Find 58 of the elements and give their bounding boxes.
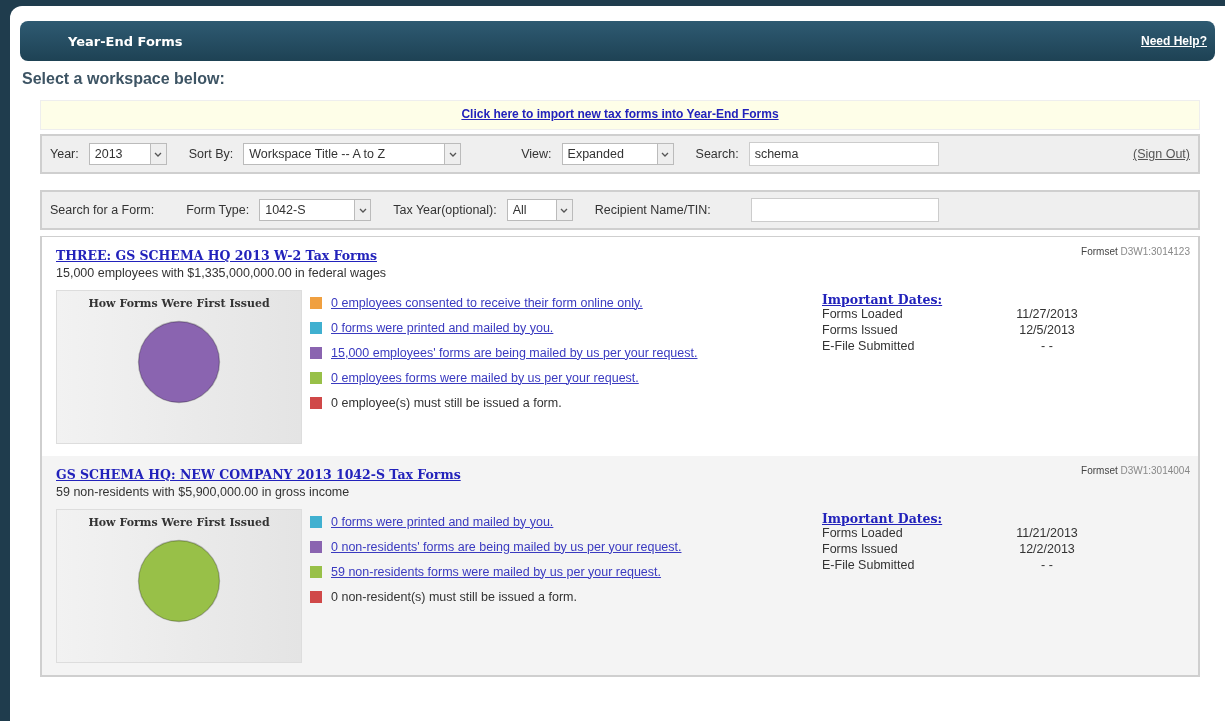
field-label: View: bbox=[521, 147, 552, 161]
field-label: Recipient Name/TIN: bbox=[594, 203, 711, 217]
recipient-field[interactable] bbox=[750, 198, 939, 222]
field-label: Year: bbox=[50, 147, 79, 161]
sign-out-link[interactable]: (Sign Out) bbox=[1133, 147, 1190, 161]
field-label: Search: bbox=[695, 147, 739, 161]
date-label: E-File Submitted bbox=[822, 558, 916, 574]
legend-link[interactable]: 15,000 employees' forms are being mailed by us per your request. bbox=[331, 345, 698, 360]
workspace-summary: 59 non-residents with $5,900,000.00 in gross income bbox=[56, 485, 351, 499]
dates-heading-link[interactable]: Important Dates: bbox=[822, 292, 943, 307]
tax-year-dropdown[interactable]: All bbox=[506, 199, 573, 221]
date-label: Forms Loaded bbox=[822, 526, 904, 542]
search-field[interactable]: schema bbox=[748, 142, 939, 166]
legend-link[interactable]: 0 employees forms were mailed by us per your request. bbox=[331, 370, 639, 385]
sort-dropdown[interactable]: Workspace Title -- A to Z bbox=[243, 143, 462, 165]
date-label: Forms Issued bbox=[822, 323, 899, 339]
page-title: Year-End Forms bbox=[68, 33, 183, 49]
dates-heading-link[interactable]: Important Dates: bbox=[822, 511, 943, 526]
help-link[interactable]: Need Help? bbox=[1141, 34, 1207, 48]
view-dropdown[interactable]: Expanded bbox=[561, 143, 674, 165]
date-value: 12/5/2013 bbox=[1018, 323, 1076, 339]
formset-label: Formset bbox=[1081, 465, 1118, 476]
chevron-down-icon bbox=[154, 151, 163, 157]
chevron-down-icon bbox=[661, 151, 670, 157]
date-value: - - bbox=[1040, 558, 1054, 574]
legend-link[interactable]: 0 forms were printed and mailed by you. bbox=[331, 514, 554, 529]
chart-title: How Forms Were First Issued bbox=[88, 516, 270, 529]
formset-label: Formset bbox=[1081, 246, 1118, 257]
date-value: 12/2/2013 bbox=[1018, 542, 1076, 558]
legend-text: 0 non-resident(s) must still be issued a form. bbox=[331, 589, 577, 604]
date-value: 11/21/2013 bbox=[1015, 526, 1079, 542]
date-value: 11/27/2013 bbox=[1015, 307, 1079, 323]
legend-link[interactable]: 0 employees consented to receive their form online only. bbox=[331, 295, 643, 310]
workspace-link[interactable]: GS SCHEMA HQ: NEW COMPANY 2013 1042-S Tax Forms bbox=[56, 467, 461, 482]
year-dropdown[interactable]: 2013 bbox=[88, 143, 167, 165]
legend-link[interactable]: 0 non-residents' forms are being mailed by us per your request. bbox=[331, 539, 682, 554]
import-link[interactable]: Click here to import new tax forms into Year-End Forms bbox=[461, 107, 779, 121]
legend-link[interactable]: 0 forms were printed and mailed by you. bbox=[331, 320, 554, 335]
date-value: - - bbox=[1040, 339, 1054, 355]
field-label: Search for a Form: bbox=[50, 203, 155, 217]
chevron-down-icon bbox=[448, 151, 457, 157]
chevron-down-icon bbox=[560, 207, 569, 213]
workspace-link[interactable]: THREE: GS SCHEMA HQ 2013 W-2 Tax Forms bbox=[56, 248, 377, 263]
workspace-summary: 15,000 employees with $1,335,000,000.00 in federal wages bbox=[56, 266, 387, 280]
date-label: Forms Issued bbox=[822, 542, 899, 558]
date-label: E-File Submitted bbox=[822, 339, 916, 355]
formset-id: D3W1:3014004 bbox=[1120, 465, 1190, 476]
section-heading: Select a workspace below: bbox=[22, 70, 226, 88]
formset-id: D3W1:3014123 bbox=[1120, 246, 1190, 257]
chart-title: How Forms Were First Issued bbox=[88, 297, 270, 310]
legend-text: 0 employee(s) must still be issued a form. bbox=[331, 395, 562, 410]
field-label: Sort By: bbox=[188, 147, 234, 161]
date-label: Forms Loaded bbox=[822, 307, 904, 323]
chevron-down-icon bbox=[358, 207, 367, 213]
legend-link[interactable]: 59 non-residents forms were mailed by us per your request. bbox=[331, 564, 662, 579]
field-label: Tax Year(optional): bbox=[393, 203, 497, 217]
form-type-dropdown[interactable]: 1042-S bbox=[259, 199, 372, 221]
field-label: Form Type: bbox=[186, 203, 250, 217]
